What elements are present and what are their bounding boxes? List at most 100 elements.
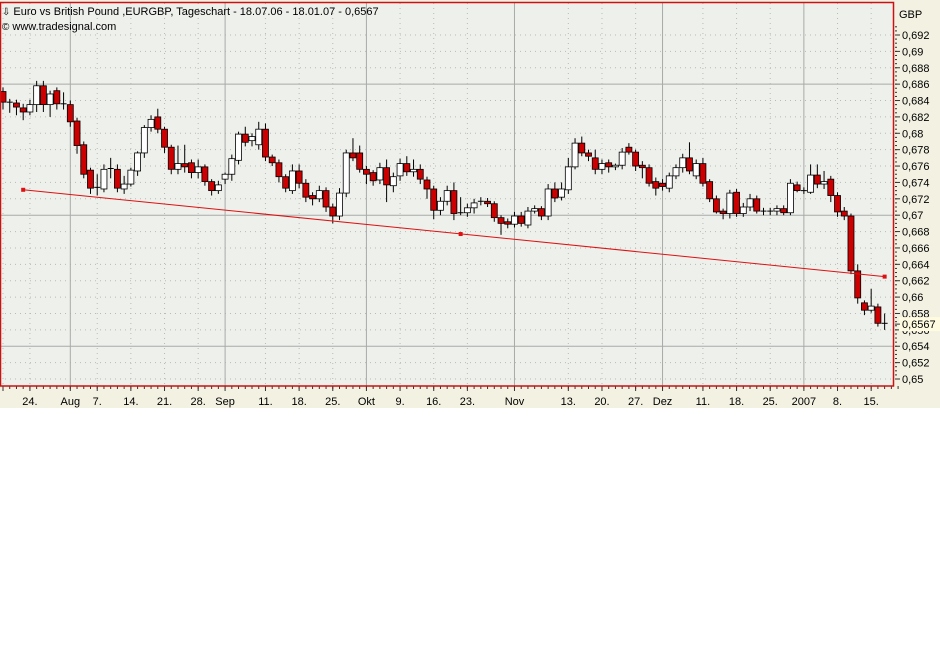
candle-body — [127, 169, 135, 185]
y-tick-label: 0,654 — [902, 341, 930, 353]
candle-body — [302, 182, 310, 198]
candle-body — [147, 118, 155, 128]
candle-body — [235, 133, 242, 161]
x-tick-label: 11. — [696, 396, 710, 408]
x-tick-label: 16. — [426, 396, 441, 408]
candle-body — [497, 217, 505, 224]
candle — [262, 123, 269, 162]
candle — [336, 188, 343, 221]
candle-body — [416, 168, 424, 180]
x-tick-label: 18. — [291, 396, 306, 408]
candle-body — [605, 162, 613, 168]
candle-body — [854, 270, 862, 299]
candle-body — [726, 192, 734, 214]
y-tick-label: 0,68 — [902, 128, 923, 140]
candle-body — [861, 302, 868, 311]
candle — [235, 131, 242, 165]
candle-body — [827, 178, 835, 196]
candle-body — [463, 207, 471, 214]
candle-body — [134, 152, 142, 172]
y-tick-label: 0,682 — [902, 112, 930, 124]
candle — [733, 188, 740, 217]
candle-body — [719, 210, 727, 214]
candle-body — [241, 133, 249, 143]
x-tick-label: 13. — [561, 396, 576, 408]
candle-body — [114, 168, 121, 189]
candle-body — [538, 208, 545, 217]
candle-body — [598, 163, 606, 170]
candle-body — [396, 163, 404, 177]
x-tick-label: 24. — [22, 396, 37, 408]
candle-body — [295, 170, 303, 184]
candle-body — [625, 146, 633, 153]
candle-body — [517, 215, 525, 224]
candle-body — [282, 176, 290, 189]
trendline-handle — [458, 232, 463, 237]
candle — [874, 303, 882, 327]
x-tick-label: 28. — [191, 396, 206, 408]
x-tick-label: Nov — [505, 396, 525, 408]
candle-body — [551, 188, 559, 199]
candle-body — [100, 168, 108, 190]
trendline-handle — [882, 274, 887, 279]
candle-body — [585, 152, 592, 157]
candle-body — [66, 104, 74, 123]
trendline-handle — [21, 187, 26, 192]
x-tick-label: 7. — [93, 396, 102, 408]
candle-body — [672, 167, 680, 177]
candle-body — [39, 85, 47, 106]
candle-body — [558, 188, 565, 198]
candle-body — [369, 172, 377, 182]
candle-body — [322, 190, 330, 208]
candle-body — [544, 188, 552, 217]
candle-body — [813, 174, 821, 185]
chart-subtitle: © www.tradesignal.com — [2, 21, 117, 33]
candle-body — [248, 136, 256, 142]
candle-body — [167, 146, 175, 170]
candle-body — [208, 181, 216, 192]
candle-body — [423, 179, 431, 190]
candle-body — [645, 167, 653, 184]
candle — [140, 125, 148, 158]
candle-body — [571, 142, 579, 168]
x-tick-label: 25. — [325, 396, 340, 408]
x-tick-label: 9. — [395, 396, 404, 408]
candle-body — [329, 206, 337, 217]
x-tick-label: 18. — [729, 396, 744, 408]
candle-body — [840, 210, 848, 217]
candle-body — [363, 168, 370, 175]
candle-body — [376, 167, 384, 181]
candle-body — [706, 181, 714, 200]
candle-body — [867, 305, 875, 311]
candle-body — [154, 116, 162, 130]
candle-body — [834, 195, 841, 213]
y-tick-label: 0,662 — [902, 276, 930, 288]
y-tick-label: 0,678 — [902, 145, 930, 157]
x-tick-label: Dez — [653, 396, 673, 408]
candle-body — [188, 162, 195, 173]
candle — [80, 141, 88, 179]
candle-body — [665, 175, 673, 189]
candle-body — [712, 198, 720, 213]
candle-body — [349, 152, 357, 159]
candlestick-chart: 18. 24. Aug 7. 14. 21. 28. Sep 11. 18. 25. Okt 9. 16.… — [0, 1, 940, 408]
candle-body — [268, 156, 276, 164]
candle-body — [564, 166, 572, 191]
y-tick-label: 0,688 — [902, 63, 930, 75]
candle-body — [46, 93, 54, 106]
candle-body — [430, 188, 438, 211]
chart-panel: 18. 24. Aug 7. 14. 21. 28. Sep 11. 18. 25. Okt 9. 16.… — [0, 0, 940, 408]
x-tick-label: 2007 — [792, 396, 816, 408]
candle-body — [679, 157, 687, 169]
candle-body — [383, 167, 391, 186]
candle-body — [403, 163, 411, 173]
candle-body — [484, 200, 491, 205]
candle-body — [652, 181, 660, 189]
candle-body — [214, 184, 222, 192]
candle-body — [342, 152, 350, 194]
x-tick-label: 23. — [460, 396, 475, 408]
candle-body — [437, 200, 444, 211]
x-tick-label: Aug — [61, 396, 81, 408]
candle-body — [356, 152, 364, 170]
candle-body — [692, 163, 700, 177]
